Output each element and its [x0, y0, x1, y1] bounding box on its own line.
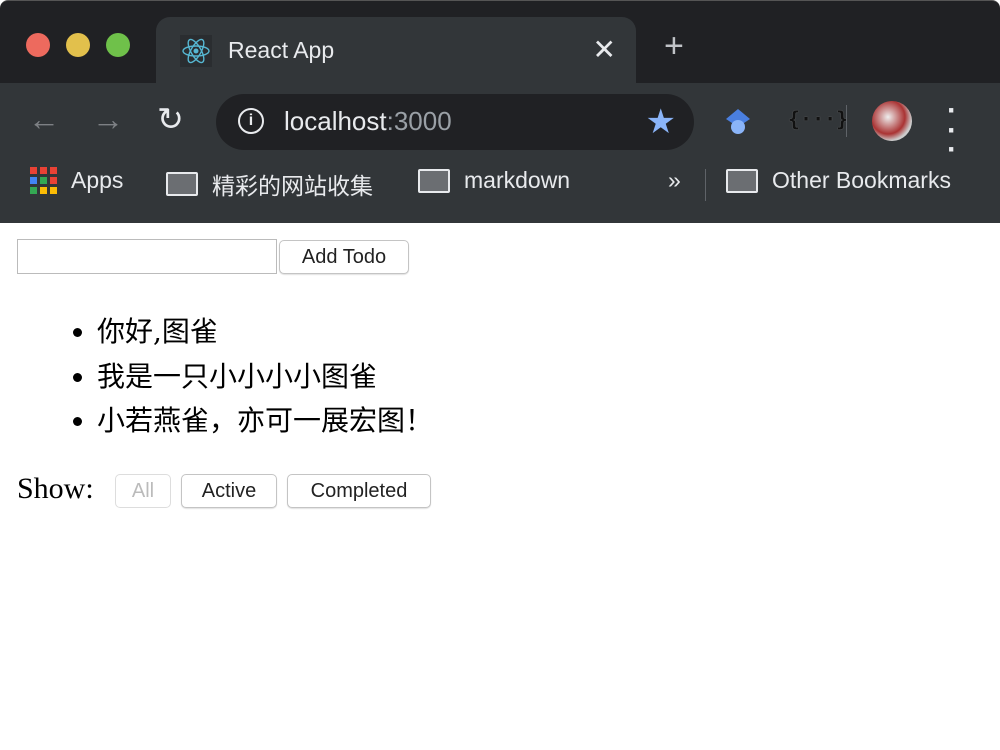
new-tab-button[interactable]: + [664, 29, 684, 63]
todo-item[interactable]: 我是一只小小小小图雀 [97, 355, 433, 400]
todo-item[interactable]: 小若燕雀，亦可一展宏图！ [97, 399, 433, 444]
apps-grid-icon [30, 167, 57, 194]
profile-avatar[interactable] [872, 101, 912, 141]
filter-active-button[interactable]: Active [181, 474, 277, 508]
bookmark-label: 精彩的网站收集 [212, 173, 373, 199]
folder-icon [418, 168, 450, 193]
add-todo-button[interactable]: Add Todo [279, 240, 409, 274]
info-icon[interactable]: i [238, 108, 264, 134]
url-host: localhost [284, 106, 387, 136]
close-window-button[interactable] [26, 33, 50, 57]
todo-input[interactable] [17, 239, 277, 274]
todo-item[interactable]: 你好,图雀 [97, 310, 433, 355]
url-port: :3000 [386, 106, 452, 136]
toolbar: ← → ↻ i localhost:3000 ★ {···} · · · Apps … [0, 83, 1000, 223]
filter-all-button[interactable]: All [115, 474, 171, 508]
filter-label: Show: [17, 472, 94, 505]
reload-icon[interactable]: ↻ [157, 103, 184, 135]
address-bar[interactable]: i localhost:3000 ★ [216, 94, 694, 150]
bookmark-folder-markdown[interactable]: markdown [418, 167, 570, 194]
back-icon[interactable]: ← [28, 103, 60, 135]
browser-chrome: React App ✕ + ← → ↻ i localhost:3000 ★ {… [0, 0, 1000, 223]
bookmark-apps[interactable]: Apps [30, 167, 123, 194]
bookmark-star-icon[interactable]: ★ [646, 102, 676, 142]
forward-icon[interactable]: → [92, 103, 124, 135]
folder-icon [166, 172, 198, 196]
bookmark-folder-sites[interactable]: 精彩的网站收集 [166, 167, 373, 201]
extension-graduation-icon[interactable] [724, 107, 752, 137]
close-tab-icon[interactable]: ✕ [593, 33, 616, 66]
tab-title: React App [228, 37, 335, 63]
folder-icon [726, 168, 758, 193]
bookmarks-overflow-button[interactable]: » [668, 167, 681, 194]
minimize-window-button[interactable] [66, 33, 90, 57]
bookmark-label: Other Bookmarks [772, 167, 951, 193]
todo-list: 你好,图雀 我是一只小小小小图雀 小若燕雀，亦可一展宏图！ [97, 310, 433, 444]
url-text[interactable]: localhost:3000 [284, 106, 452, 137]
json-extension-icon[interactable]: {···} [788, 107, 848, 131]
toolbar-divider [846, 105, 847, 137]
menu-icon[interactable]: · · · [947, 96, 957, 165]
tab-react-app[interactable]: React App ✕ [156, 17, 636, 85]
react-logo-icon [180, 35, 212, 67]
maximize-window-button[interactable] [106, 33, 130, 57]
other-bookmarks[interactable]: Other Bookmarks [726, 167, 951, 194]
bookmarks-divider [705, 169, 706, 201]
bookmark-label: Apps [71, 167, 124, 193]
filter-completed-button[interactable]: Completed [287, 474, 431, 508]
bookmark-label: markdown [464, 167, 571, 193]
